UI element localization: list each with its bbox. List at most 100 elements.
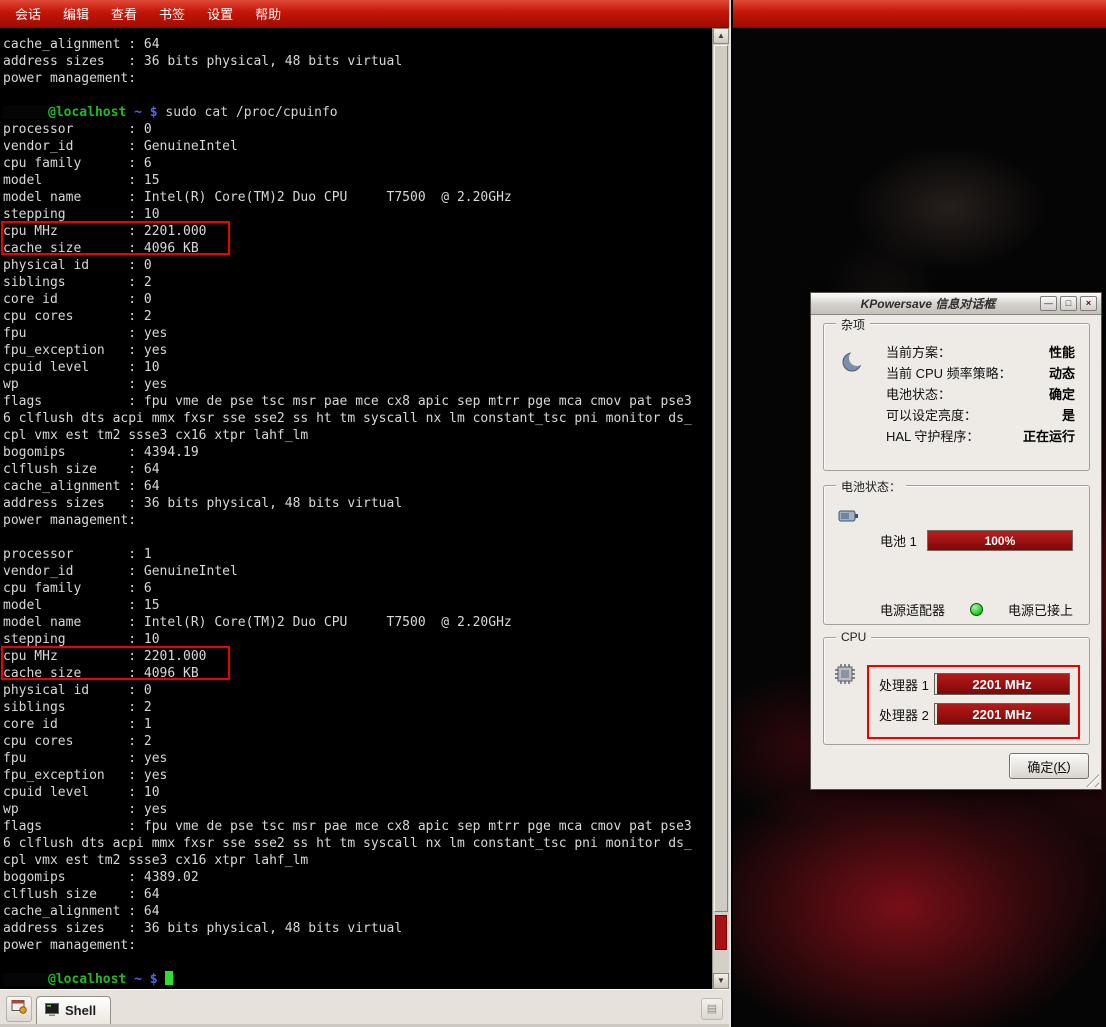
terminal-line: fpu_exception : yes [3,767,709,784]
dialog-title-bar[interactable]: KPowersave 信息对话框 — □ × [811,293,1101,315]
ok-label-end: ) [1066,759,1070,774]
tab-bar: Shell ▤ [0,989,729,1027]
battery-group-title: 电池状态： [836,478,906,495]
terminal-line: fpu_exception : yes [3,342,709,359]
menu-item[interactable]: 会话 [4,0,52,27]
desktop: 会话编辑查看书签设置帮助 cache_alignment : 64address… [0,0,1106,1027]
close-button[interactable]: × [1080,296,1097,311]
terminal-prompt-line: @localhost ~ $ sudo cat /proc/cpuinfo [3,104,709,121]
terminal-line: cpl vmx est tm2 ssse3 cx16 xtpr lahf_lm [3,427,709,444]
info-row: 可以设定亮度： 是 [886,405,1075,426]
terminal-line: 6 clflush dts acpi mmx fxsr sse sse2 ss … [3,835,709,852]
terminal-icon [45,1003,59,1019]
terminal-line: cpuid level : 10 [3,359,709,376]
prompt-host: @localhost [48,972,126,987]
menu-item[interactable]: 查看 [100,0,148,27]
info-label: 电池状态： [886,384,951,405]
adapter-status: 电源已接上 [1008,600,1073,619]
scroll-up-button[interactable]: ▲ [713,28,729,44]
terminal-line: cpu cores : 2 [3,733,709,750]
terminal-line: model name : Intel(R) Core(TM)2 Duo CPU … [3,614,709,631]
tab-shell[interactable]: Shell [36,996,111,1024]
battery-progress-bar: 100% [927,530,1073,551]
minimize-button[interactable]: — [1040,296,1057,311]
terminal-line: flags : fpu vme de pse tsc msr pae mce c… [3,393,709,410]
menu-item[interactable]: 设置 [196,0,244,27]
terminal-window: 会话编辑查看书签设置帮助 cache_alignment : 64address… [0,0,731,1027]
adapter-row: 电源适配器 电源已接上 [880,600,1073,619]
terminal-line: cpu cores : 2 [3,308,709,325]
new-session-icon [11,999,27,1019]
adapter-status-led [970,603,983,616]
info-row: 当前 CPU 频率策略： 动态 [886,363,1075,384]
tab-label: Shell [65,1003,96,1018]
terminal-line: core id : 0 [3,291,709,308]
maximize-button[interactable]: □ [1060,296,1077,311]
terminal-line: model name : Intel(R) Core(TM)2 Duo CPU … [3,189,709,206]
new-session-button[interactable] [6,996,32,1022]
info-label: 可以设定亮度： [886,405,977,426]
battery-group: 电池状态： 电池 1 100% 电源适配器 电源已接上 [823,485,1090,625]
battery-icon [837,504,861,533]
terminal-line: bogomips : 4389.02 [3,869,709,886]
session-list-button[interactable]: ▤ [701,998,723,1020]
info-value: 性能 [1049,342,1075,363]
info-value: 动态 [1049,363,1075,384]
terminal-line: fpu : yes [3,325,709,342]
terminal-line: cpuid level : 10 [3,784,709,801]
adapter-label: 电源适配器 [880,600,945,619]
terminal-line: physical id : 0 [3,682,709,699]
menu-item[interactable]: 帮助 [244,0,292,27]
annotation-box-cpu0-mhz [1,221,230,255]
terminal-line: bogomips : 4394.19 [3,444,709,461]
terminal-line: cpu family : 6 [3,580,709,597]
terminal-cursor [165,971,173,985]
terminal-line: address sizes : 36 bits physical, 48 bit… [3,495,709,512]
prompt-host: @localhost [48,105,126,120]
terminal-screen[interactable]: cache_alignment : 64address sizes : 36 b… [0,28,729,989]
censored-username [3,106,48,119]
prompt-symbol: ~ $ [126,972,165,987]
terminal-line: model : 15 [3,172,709,189]
info-label: 当前 CPU 频率策略： [886,363,1012,384]
misc-group: 杂项 当前方案： 性能 当前 CPU 频率策略： 动态 电池状态： 确定 可以设… [823,323,1090,471]
scroll-down-button[interactable]: ▼ [713,973,729,989]
dialog-title: KPowersave 信息对话框 [819,295,1037,312]
terminal-line [3,87,709,104]
censored-username [3,973,48,986]
terminal-output: cache_alignment : 64address sizes : 36 b… [3,36,709,988]
terminal-line: clflush size : 64 [3,461,709,478]
terminal-line: power management: [3,70,709,87]
ok-accelerator: K [1058,759,1067,774]
kpowersave-dialog: KPowersave 信息对话框 — □ × 杂项 当前方案： 性能 当前 CP… [810,292,1102,790]
info-value: 是 [1062,405,1075,426]
battery-row: 电池 1 100% [880,530,1073,551]
scrollbar-thumb[interactable] [714,45,728,912]
ok-button[interactable]: 确定(K) [1009,753,1089,779]
terminal-line: siblings : 2 [3,274,709,291]
info-value: 确定 [1049,384,1075,405]
terminal-line: cpu family : 6 [3,155,709,172]
terminal-line: 6 clflush dts acpi mmx fxsr sse sse2 ss … [3,410,709,427]
terminal-line: address sizes : 36 bits physical, 48 bit… [3,53,709,70]
menu-item[interactable]: 编辑 [52,0,100,27]
terminal-line: vendor_id : GenuineIntel [3,138,709,155]
menu-item[interactable]: 书签 [148,0,196,27]
cpu-chip-icon [833,662,857,691]
info-row: 电池状态： 确定 [886,384,1075,405]
terminal-line: address sizes : 36 bits physical, 48 bit… [3,920,709,937]
terminal-line: model : 15 [3,597,709,614]
typed-command: sudo cat /proc/cpuinfo [165,105,337,120]
menu-bar: 会话编辑查看书签设置帮助 [0,0,729,28]
battery-label: 电池 1 [880,531,917,550]
scrollbar[interactable]: ▲ ▼ [712,28,729,989]
terminal-line [3,954,709,971]
terminal-line: processor : 1 [3,546,709,563]
background-top-bar [733,0,1106,28]
prompt-symbol: ~ $ [126,105,165,120]
terminal-line: cache_alignment : 64 [3,36,709,53]
terminal-line [3,529,709,546]
annotation-box-cpu-dialog [867,665,1080,739]
terminal-line: wp : yes [3,376,709,393]
info-row: HAL 守护程序： 正在运行 [886,426,1075,447]
